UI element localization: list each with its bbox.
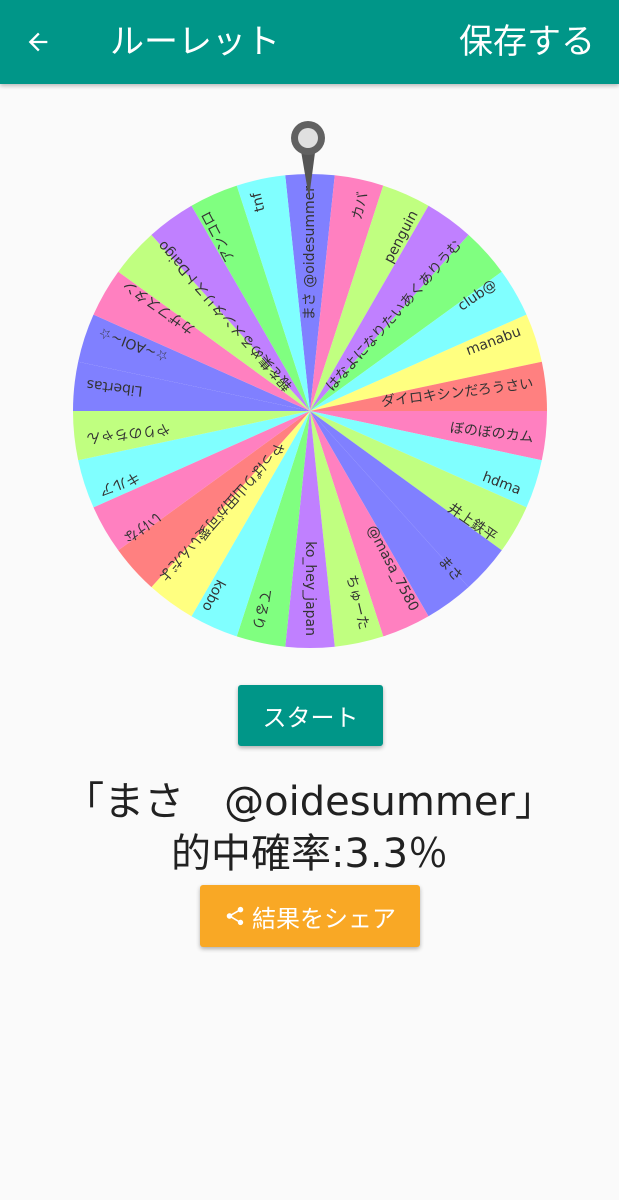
- share-icon: [226, 906, 244, 926]
- arrow-back-icon: [28, 32, 48, 52]
- result-name: 「まさ @oidesummer」: [64, 779, 555, 825]
- wheel-label: まさ @oidesummer: [302, 186, 318, 320]
- hit-probability: 的中確率:3.3％: [170, 831, 449, 877]
- save-button[interactable]: 保存する: [459, 22, 595, 62]
- page-title: ルーレット: [110, 22, 280, 62]
- roulette-area: まさ @oidesummer カバ penguin はなよになりたいあくありうむ clu…: [0, 110, 619, 670]
- share-button[interactable]: 結果をシェア: [200, 885, 420, 947]
- wheel-label: ko_hey_japan: [302, 541, 318, 636]
- share-button-label: 結果をシェア: [252, 904, 396, 933]
- app-bar: ルーレット 保存する: [0, 0, 619, 84]
- roulette-wheel[interactable]: まさ @oidesummer カバpenguinはなよになりたいあくありうむclu…: [0, 110, 619, 670]
- start-button-label: スタート: [262, 704, 359, 732]
- back-button[interactable]: [18, 22, 58, 62]
- start-button[interactable]: スタート: [238, 685, 383, 746]
